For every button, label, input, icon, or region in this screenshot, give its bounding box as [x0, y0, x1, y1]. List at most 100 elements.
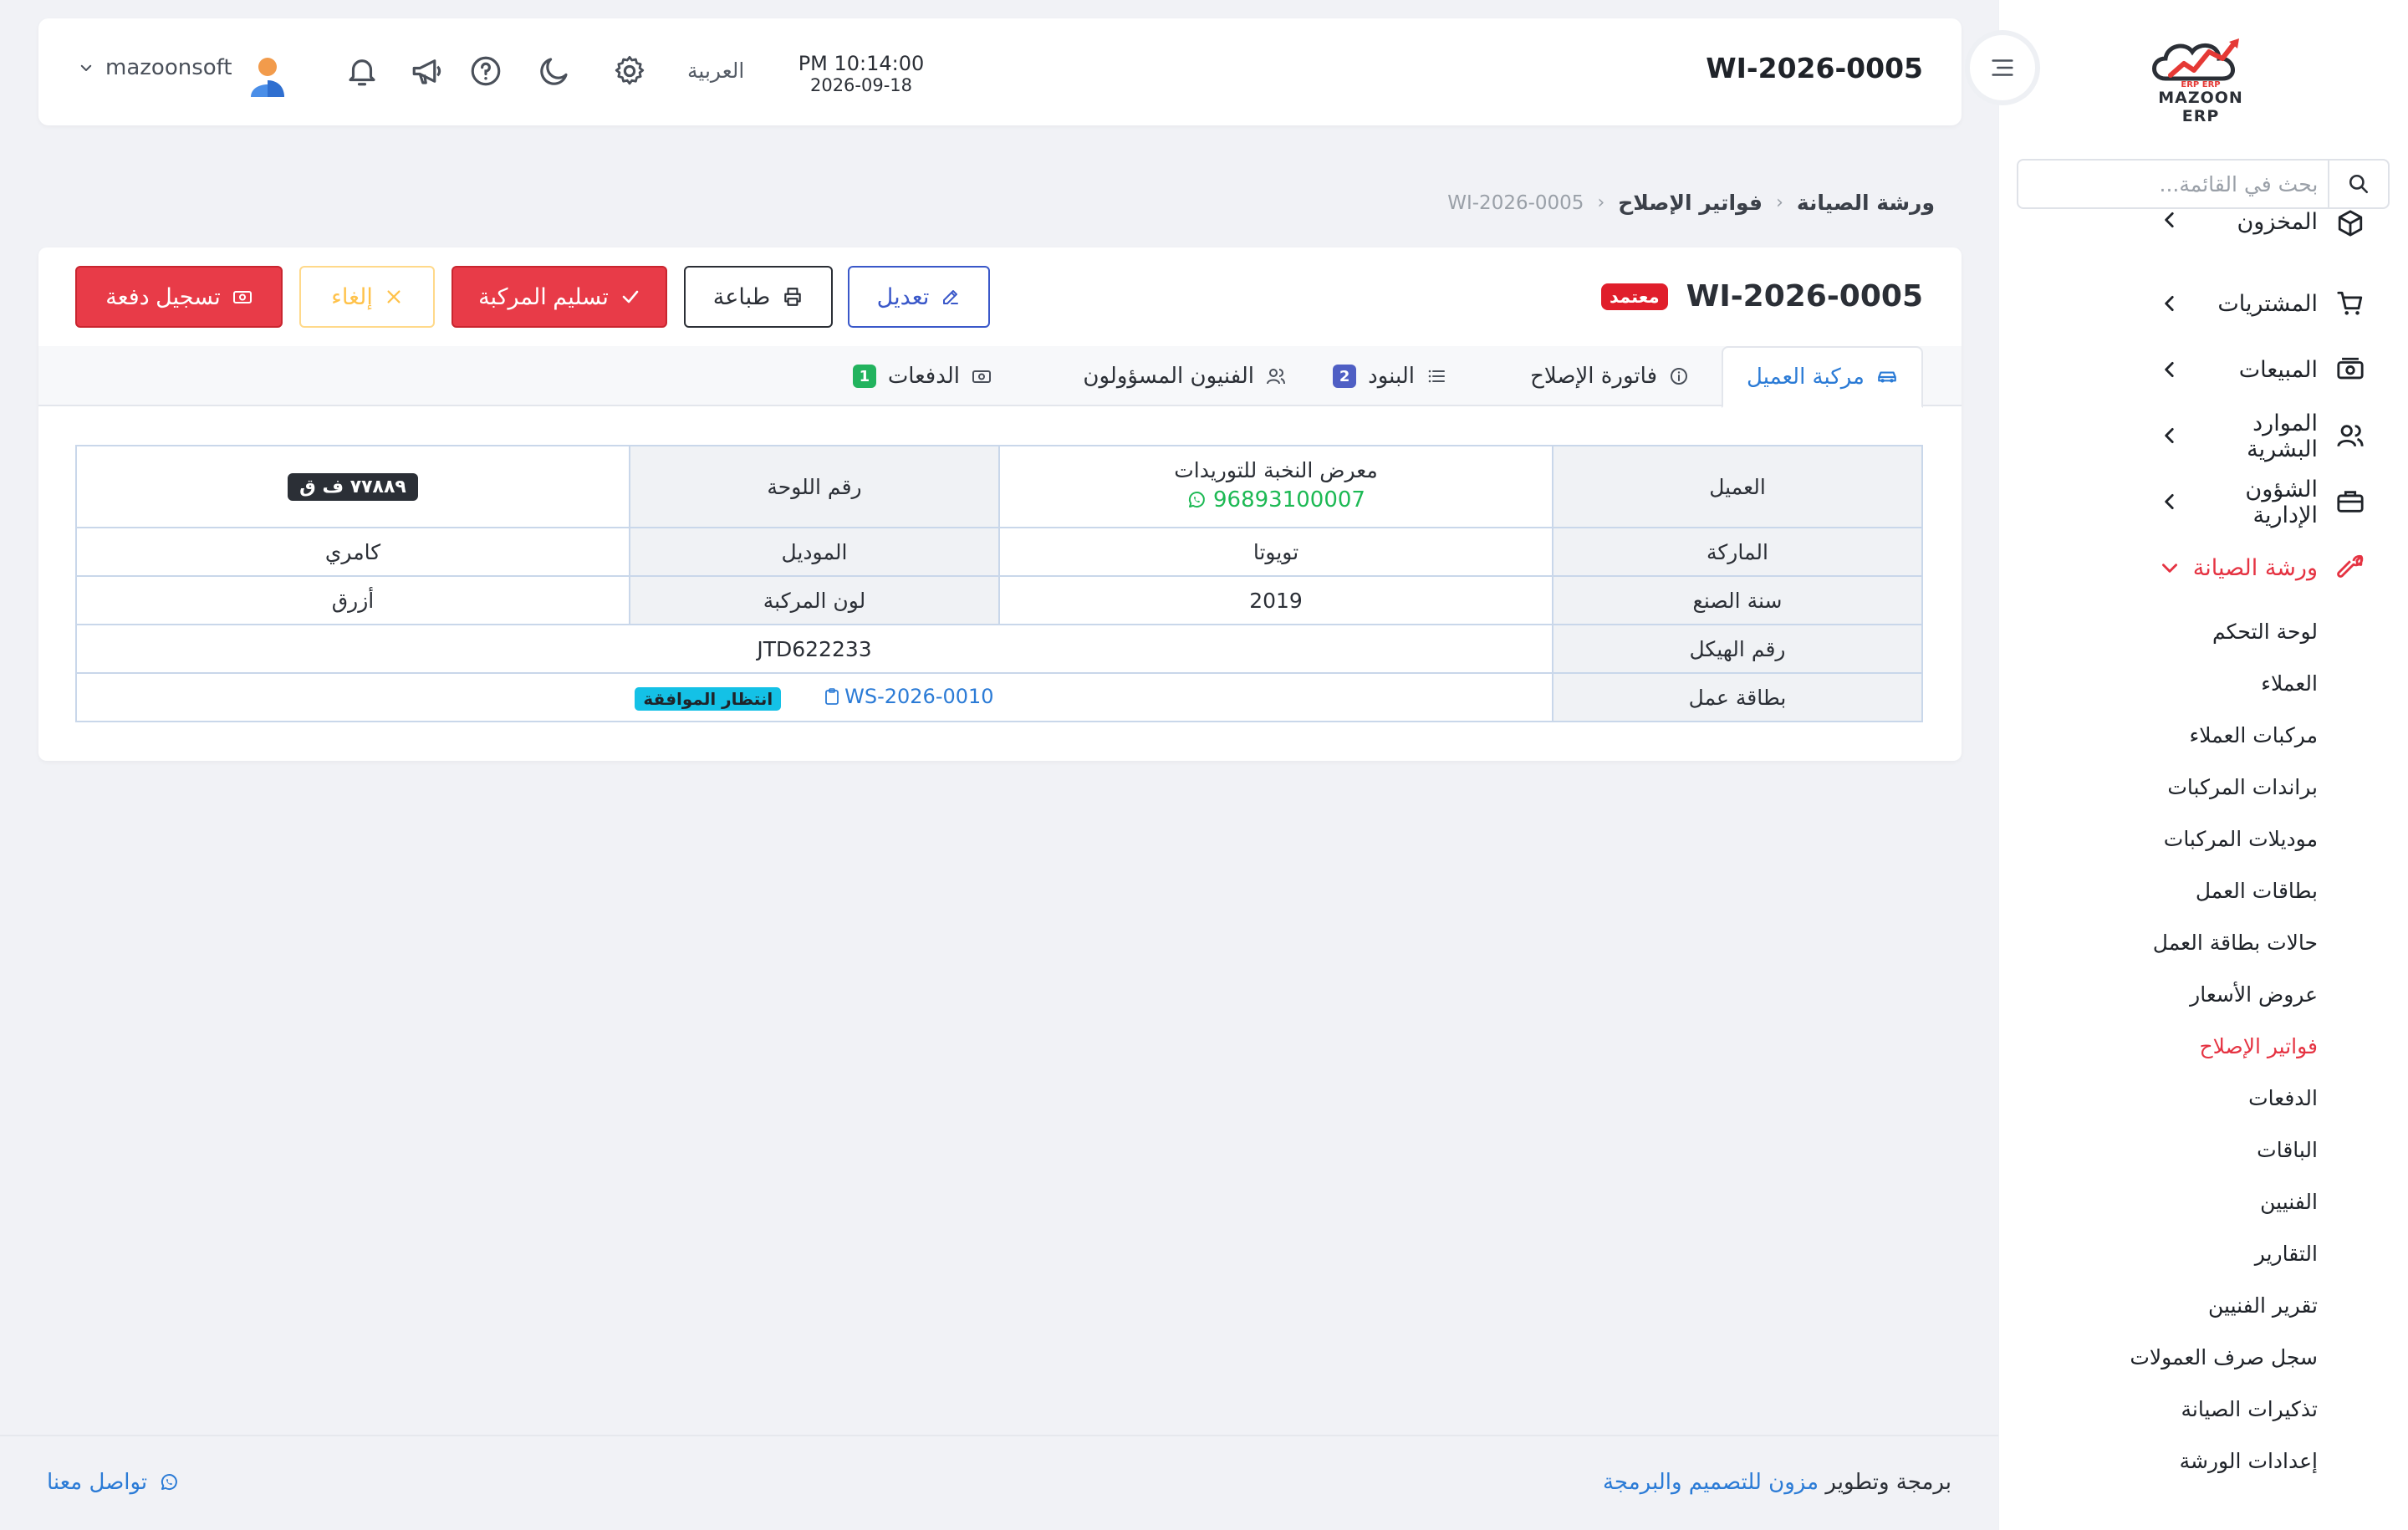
chevron-down-icon: [80, 64, 92, 71]
announcement-icon[interactable]: [410, 54, 445, 89]
chevron-left-icon: [2157, 491, 2181, 514]
brand-value: تويوتا: [998, 527, 1553, 577]
year-value: 2019: [998, 575, 1553, 625]
chevron-left-icon: ‹: [1776, 192, 1783, 213]
chevron-left-icon: [2157, 425, 2181, 448]
year-label: سنة الصنع: [1552, 575, 1923, 625]
model-label: الموديل: [629, 527, 1000, 577]
subitem-technicians-report[interactable]: تقرير الفنيين: [1998, 1280, 2408, 1332]
subitem-technicians[interactable]: الفنيين: [1998, 1176, 2408, 1228]
subitem-packages[interactable]: الباقات: [1998, 1125, 2408, 1176]
deliver-vehicle-button[interactable]: تسليم المركبة: [452, 266, 667, 328]
cash-icon: [972, 370, 991, 383]
car-icon: [1878, 371, 1896, 383]
sidebar-item-label: المشتريات: [2217, 291, 2318, 317]
user-menu[interactable]: mazoonsoft: [79, 55, 232, 80]
table-row: سنة الصنع 2019 لون المركبة أزرق: [75, 575, 1923, 625]
edit-label: تعديل: [876, 283, 930, 309]
dark-mode-icon[interactable]: [537, 54, 572, 89]
deliver-label: تسليم المركبة: [478, 283, 609, 309]
sidebar-item-hr[interactable]: الموارد البشرية: [1998, 403, 2408, 469]
help-icon[interactable]: [468, 54, 503, 89]
subitem-reports[interactable]: التقارير: [1998, 1228, 2408, 1280]
customer-phone-link[interactable]: 96893100007: [1186, 487, 1365, 513]
footer: برمجة وتطوير مزون للتصميم والبرمجة تواصل…: [0, 1435, 1998, 1530]
tab-items[interactable]: البنود 2: [1333, 346, 1446, 406]
check-icon: [622, 290, 639, 303]
pencil-icon: [943, 290, 959, 304]
payment-label: تسجيل دفعة: [105, 283, 221, 309]
jobcard-link[interactable]: WS-2026-0010: [824, 684, 994, 708]
subitem-workshop-settings[interactable]: إعدادات الورشة: [1998, 1436, 2408, 1487]
subitem-dashboard[interactable]: لوحة التحكم: [1998, 606, 2408, 658]
breadcrumb-workshop[interactable]: ورشة الصيانة: [1797, 191, 1935, 215]
breadcrumb-current: WI-2026-0005: [1447, 191, 1584, 214]
sidebar-item-sales[interactable]: المبيعات: [1998, 337, 2408, 403]
plate-cell: ٧٧٨٨٩ ف ق: [75, 445, 630, 528]
tab-technicians[interactable]: الفنيون المسؤولون: [1083, 346, 1286, 406]
customer-name: معرض النخبة للتوريدات: [1174, 458, 1378, 482]
tab-payments[interactable]: الدفعات 1: [852, 346, 992, 406]
contact-label: تواصل معنا: [47, 1470, 148, 1495]
subitem-maintenance-reminders[interactable]: تذكيرات الصيانة: [1998, 1384, 2408, 1436]
sidebar-search-input[interactable]: [2018, 161, 2319, 207]
chassis-label: رقم الهيكل: [1552, 624, 1923, 674]
cancel-button[interactable]: إلغاء: [299, 266, 435, 328]
color-value: أزرق: [75, 575, 630, 625]
sidebar-menu: المخزون المشتريات المبيعات الموارد البشر…: [1998, 209, 2408, 1487]
edit-button[interactable]: تعديل: [848, 266, 990, 328]
print-button[interactable]: طباعة: [684, 266, 833, 328]
table-row: العميل معرض النخبة للتوريدات 96893100007…: [75, 445, 1923, 528]
credit-brand-link[interactable]: مزون للتصميم والبرمجة: [1603, 1470, 1819, 1495]
users-icon: [1267, 369, 1285, 385]
breadcrumb: ورشة الصيانة ‹ فواتير الإصلاح ‹ WI-2026-…: [1447, 191, 1935, 215]
subitem-customer-vehicles[interactable]: مركبات العملاء: [1998, 710, 2408, 762]
jobcard-cell: WS-2026-0010 انتظار الموافقة: [75, 672, 1553, 722]
tab-customer-vehicle[interactable]: مركبة العميل: [1722, 346, 1923, 408]
avatar[interactable]: [247, 55, 288, 97]
customer-cell: معرض النخبة للتوريدات 96893100007: [998, 445, 1553, 528]
subitem-repair-invoices[interactable]: فواتير الإصلاح: [1998, 1021, 2408, 1073]
subitem-payments[interactable]: الدفعات: [1998, 1073, 2408, 1125]
tab-label: البنود: [1368, 364, 1415, 389]
search-button[interactable]: [2328, 161, 2388, 207]
logo[interactable]: ERP ERP MAZOON ERP: [2142, 33, 2259, 125]
sidebar-item-purchases[interactable]: المشتريات: [1998, 271, 2408, 337]
box-icon: [2334, 209, 2365, 239]
table-row: الماركة تويوتا الموديل كامري: [75, 527, 1923, 577]
chevron-left-icon: [2157, 293, 2181, 316]
sidebar-item-inventory[interactable]: المخزون: [1998, 209, 2408, 237]
vehicle-info-table: العميل معرض النخبة للتوريدات 96893100007…: [75, 445, 1923, 722]
contact-link[interactable]: تواصل معنا: [47, 1470, 179, 1495]
plate-label: رقم اللوحة: [629, 445, 1000, 528]
sidebar-search: [2017, 159, 2390, 209]
credit-prefix: برمجة وتطوير: [1825, 1470, 1951, 1495]
subitem-customers[interactable]: العملاء: [1998, 658, 2408, 710]
plate-number: ٧٧٨٨٩ ف ق: [288, 472, 418, 501]
settings-icon[interactable]: [612, 54, 647, 89]
sidebar-toggle-button[interactable]: [1970, 35, 2035, 100]
subitem-job-cards[interactable]: بطاقات العمل: [1998, 865, 2408, 917]
notification-bell-icon[interactable]: [344, 54, 380, 89]
cancel-label: إلغاء: [331, 283, 373, 309]
clipboard-icon: [825, 687, 839, 705]
subitem-job-card-statuses[interactable]: حالات بطاقة العمل: [1998, 917, 2408, 969]
language-switch[interactable]: العربية: [687, 59, 744, 83]
username: mazoonsoft: [105, 55, 232, 80]
status-badge: معتمد: [1600, 283, 1668, 310]
subitem-quotations[interactable]: عروض الأسعار: [1998, 969, 2408, 1021]
subitem-vehicle-models[interactable]: موديلات المركبات: [1998, 813, 2408, 865]
search-icon: [2349, 174, 2369, 194]
subitem-vehicle-brands[interactable]: براندات المركبات: [1998, 762, 2408, 813]
sidebar-item-admin[interactable]: الشؤون الإدارية: [1998, 469, 2408, 535]
header-time: PM 10:14:00: [798, 52, 925, 75]
sidebar: ERP ERP MAZOON ERP المخزون: [1998, 0, 2408, 1530]
subitem-commission-log[interactable]: سجل صرف العمولات: [1998, 1332, 2408, 1384]
tab-repair-invoice[interactable]: فاتورة الإصلاح: [1530, 346, 1689, 406]
sidebar-item-workshop[interactable]: ورشة الصيانة: [1998, 535, 2408, 601]
breadcrumb-repair-invoices[interactable]: فواتير الإصلاح: [1618, 191, 1763, 215]
sidebar-item-label: ورشة الصيانة: [2192, 555, 2318, 581]
jobcard-number: WS-2026-0010: [844, 684, 994, 708]
workshop-submenu: لوحة التحكم العملاء مركبات العملاء براند…: [1998, 606, 2408, 1487]
record-payment-button[interactable]: تسجيل دفعة: [75, 266, 283, 328]
